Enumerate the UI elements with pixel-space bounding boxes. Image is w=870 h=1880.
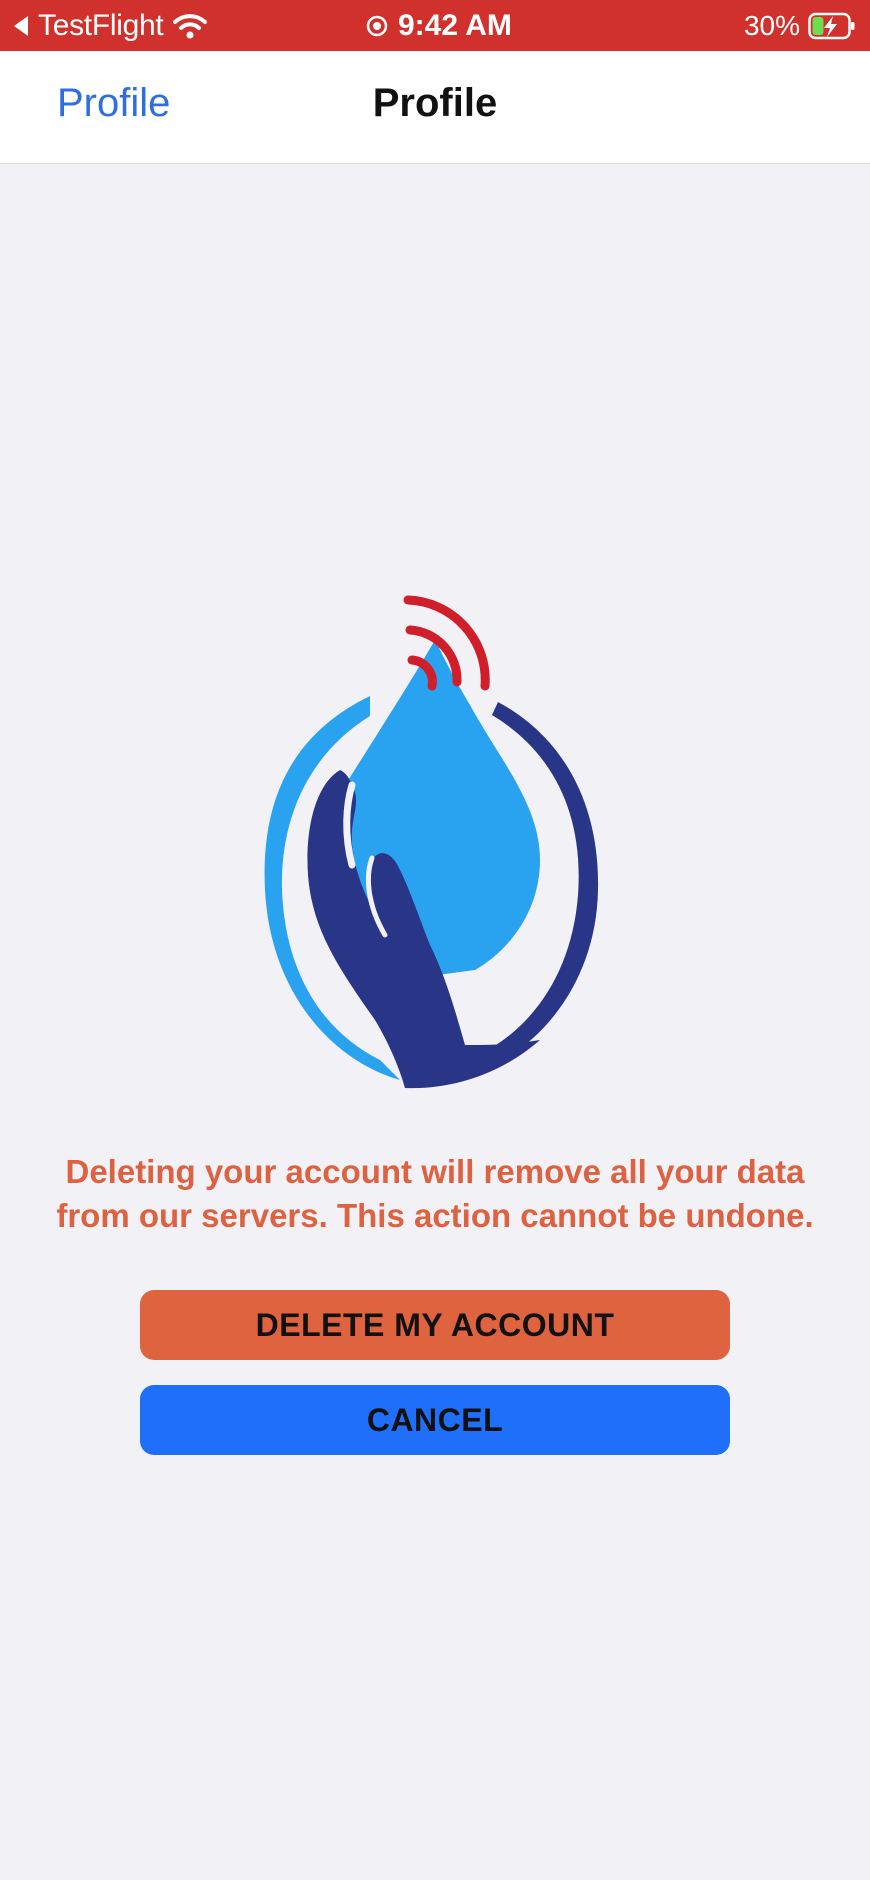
delete-account-button[interactable]: DELETE MY ACCOUNT [140, 1290, 730, 1360]
navigation-bar: Profile Profile [0, 51, 870, 164]
back-arrow-icon[interactable] [14, 16, 28, 36]
delete-warning-text: Deleting your account will remove all yo… [56, 1153, 814, 1234]
app-logo [264, 595, 599, 1089]
cancel-button-label: CANCEL [366, 1401, 504, 1438]
status-bar-center: 9:42 AM [366, 8, 512, 44]
status-bar-left[interactable]: TestFlight [14, 8, 208, 44]
battery-percent: 30% [743, 10, 800, 41]
delete-account-button-label: DELETE MY ACCOUNT [255, 1306, 615, 1343]
back-button[interactable]: Profile [57, 81, 170, 126]
wifi-icon [173, 14, 208, 39]
carrier-label[interactable]: TestFlight [38, 9, 164, 43]
location-lock-icon [366, 15, 388, 37]
battery-charging-icon [808, 12, 855, 40]
status-bar: TestFlight 9:42 AM 30% [0, 0, 870, 51]
status-bar-right: 30% [744, 8, 856, 44]
cancel-button[interactable]: CANCEL [140, 1385, 730, 1455]
clock: 9:42 AM [398, 9, 512, 42]
